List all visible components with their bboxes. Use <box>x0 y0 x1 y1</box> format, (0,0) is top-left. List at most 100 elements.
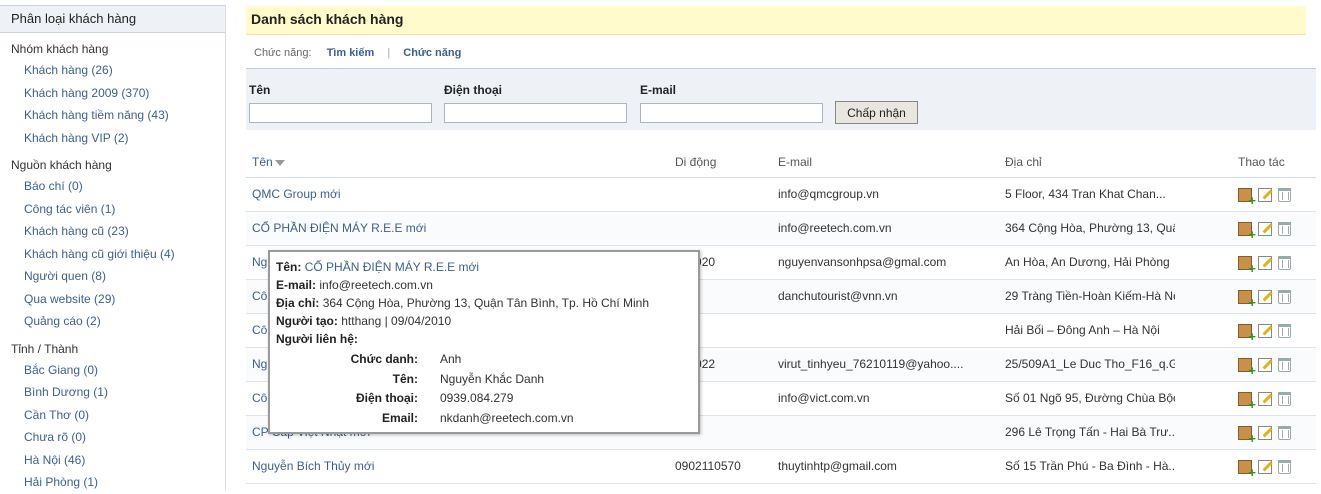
tooltip-contact-row: Tên: Nguyễn Khắc Danh <box>276 370 692 390</box>
folder-add-icon[interactable] <box>1238 425 1256 445</box>
email-cell <box>778 314 968 347</box>
edit-icon[interactable] <box>1258 425 1272 440</box>
trash-icon[interactable] <box>1278 323 1291 338</box>
actions-cell <box>1238 246 1308 279</box>
tooltip-creator-label: Người tạo: <box>276 314 338 328</box>
sidebar-item[interactable]: Qua website (29) <box>0 288 225 311</box>
sidebar-item[interactable]: Chưa rõ (0) <box>0 426 225 449</box>
sidebar-item[interactable]: Bắc Giang (0) <box>0 359 225 382</box>
folder-add-icon[interactable] <box>1238 221 1256 241</box>
phone-field-label: Điện thoại <box>444 83 503 97</box>
email-cell: danchutourist@vnn.vn <box>778 289 898 303</box>
sidebar-item[interactable]: Công tác viên (1) <box>0 198 225 221</box>
actions-cell <box>1238 416 1308 449</box>
function-link[interactable]: Chức năng <box>403 47 461 59</box>
sidebar-item[interactable]: Khách hàng 2009 (370) <box>0 82 225 105</box>
actions-cell <box>1238 212 1308 245</box>
sidebar-item[interactable]: Hà Nội (46) <box>0 449 225 472</box>
trash-icon[interactable] <box>1278 187 1291 202</box>
function-bar-separator: | <box>387 47 391 59</box>
contact-key: Chức danh: <box>350 352 418 366</box>
customer-name-link[interactable]: QMC Group mới <box>252 178 662 211</box>
edit-icon[interactable] <box>1258 187 1272 202</box>
actions-cell <box>1238 280 1308 313</box>
actions-cell <box>1238 382 1308 415</box>
sidebar-item[interactable]: Báo chí (0) <box>0 175 225 198</box>
trash-icon[interactable] <box>1278 425 1291 440</box>
trash-icon[interactable] <box>1278 357 1291 372</box>
address-cell: 364 Cộng Hòa, Phường 13, Quận... <box>1005 221 1175 235</box>
email-input[interactable] <box>640 103 823 123</box>
tooltip-contact-details: Chức danh: Anh Tên: Nguyễn Khắc Danh Điện … <box>276 350 692 428</box>
sidebar: Phân loại khách hàng Nhóm khách hàng Khá… <box>0 5 226 490</box>
folder-add-icon[interactable] <box>1238 459 1256 479</box>
folder-add-icon[interactable] <box>1238 255 1256 275</box>
trash-icon[interactable] <box>1278 221 1291 236</box>
sidebar-item[interactable]: Khách hàng tiềm năng (43) <box>0 104 225 127</box>
sidebar-group-provinces: Tỉnh / Thành Bắc Giang (0) Bình Dương (1… <box>0 340 225 494</box>
edit-icon[interactable] <box>1258 255 1272 270</box>
folder-add-icon[interactable] <box>1238 323 1256 343</box>
actions-cell <box>1238 314 1308 347</box>
table-row: Nguyễn Bích Thủy mới 0902110570 thuytinh… <box>246 450 1316 484</box>
name-search-field: Tên <box>249 83 432 123</box>
folder-add-icon[interactable] <box>1238 187 1256 207</box>
sidebar-group-title: Nguồn khách hàng <box>11 158 112 172</box>
customer-name-link[interactable]: Nguyễn Bích Thủy mới <box>252 450 662 483</box>
sidebar-item[interactable]: Bình Dương (1) <box>0 381 225 404</box>
address-cell: An Hòa, An Dương, Hải Phòng <box>1005 255 1170 269</box>
trash-icon[interactable] <box>1278 391 1291 406</box>
sidebar-item[interactable]: Khách hàng cũ (23) <box>0 220 225 243</box>
tooltip-contact-row: Điện thoại: 0939.084.279 <box>276 389 692 409</box>
tooltip-email-value: info@reetech.com.vn <box>319 278 433 292</box>
tooltip-name-line: Tên: CỔ PHẦN ĐIỆN MÁY R.E.E mới <box>276 258 692 276</box>
sort-down-icon[interactable] <box>274 159 285 166</box>
actions-cell <box>1238 450 1308 483</box>
sidebar-item[interactable]: Hải Phòng (1) <box>0 471 225 494</box>
column-header-name[interactable]: Tên <box>252 146 285 178</box>
function-bar-label: Chức năng: <box>254 47 312 59</box>
contact-value: 0939.084.279 <box>440 391 514 405</box>
email-search-field: E-mail <box>640 83 823 123</box>
contact-key: Điện thoại: <box>356 391 418 405</box>
sidebar-group-title: Tỉnh / Thành <box>11 341 79 356</box>
search-link[interactable]: Tìm kiếm <box>327 47 375 59</box>
edit-icon[interactable] <box>1258 391 1272 406</box>
folder-add-icon[interactable] <box>1238 357 1256 377</box>
edit-icon[interactable] <box>1258 289 1272 304</box>
sidebar-item[interactable]: Khách hàng cũ giới thiệu (4) <box>0 243 225 266</box>
sidebar-item[interactable]: Cần Thơ (0) <box>0 404 225 427</box>
sidebar-item[interactable]: Khách hàng VIP (2) <box>0 127 225 150</box>
column-header-name-label: Tên <box>252 155 273 169</box>
tooltip-contact-label: Người liên hệ: <box>276 332 358 346</box>
edit-icon[interactable] <box>1258 221 1272 236</box>
edit-icon[interactable] <box>1258 323 1272 338</box>
edit-icon[interactable] <box>1258 357 1272 372</box>
search-panel: Tên Điện thoại E-mail Chấp nhận <box>246 68 1316 130</box>
table-header: Tên Di động E-mail Địa chỉ Thao tác <box>246 146 1316 178</box>
edit-icon[interactable] <box>1258 459 1272 474</box>
sidebar-group-title: Nhóm khách hàng <box>11 42 109 56</box>
email-cell <box>778 416 968 449</box>
tooltip-creator-value: htthang | 09/04/2010 <box>341 314 452 328</box>
trash-icon[interactable] <box>1278 255 1291 270</box>
customer-name-link[interactable]: CỔ PHẦN ĐIỆN MÁY R.E.E mới <box>252 212 662 245</box>
actions-cell <box>1238 178 1308 211</box>
folder-add-icon[interactable] <box>1238 391 1256 411</box>
accept-button[interactable]: Chấp nhận <box>835 101 918 124</box>
sidebar-item[interactable]: Khách hàng (26) <box>0 59 225 82</box>
sidebar-item[interactable]: Quảng cáo (2) <box>0 310 225 333</box>
trash-icon[interactable] <box>1278 459 1291 474</box>
phone-input[interactable] <box>444 103 627 123</box>
sidebar-title: Phân loại khách hàng <box>0 5 225 33</box>
tooltip-name-label: Tên: <box>276 260 302 274</box>
name-input[interactable] <box>249 103 432 123</box>
address-cell: 25/509A1_Le Duc Tho_F16_q.Go... <box>1005 357 1175 371</box>
email-cell: virut_tinhyeu_76210119@yahoo.... <box>778 357 964 371</box>
sidebar-item[interactable]: Người quen (8) <box>0 265 225 288</box>
column-header-address: Địa chỉ <box>1005 155 1042 169</box>
tooltip-contact-row: Chức danh: Anh <box>276 350 692 370</box>
trash-icon[interactable] <box>1278 289 1291 304</box>
address-cell: Hải Bối – Đông Anh – Hà Nội <box>1005 323 1160 337</box>
folder-add-icon[interactable] <box>1238 289 1256 309</box>
